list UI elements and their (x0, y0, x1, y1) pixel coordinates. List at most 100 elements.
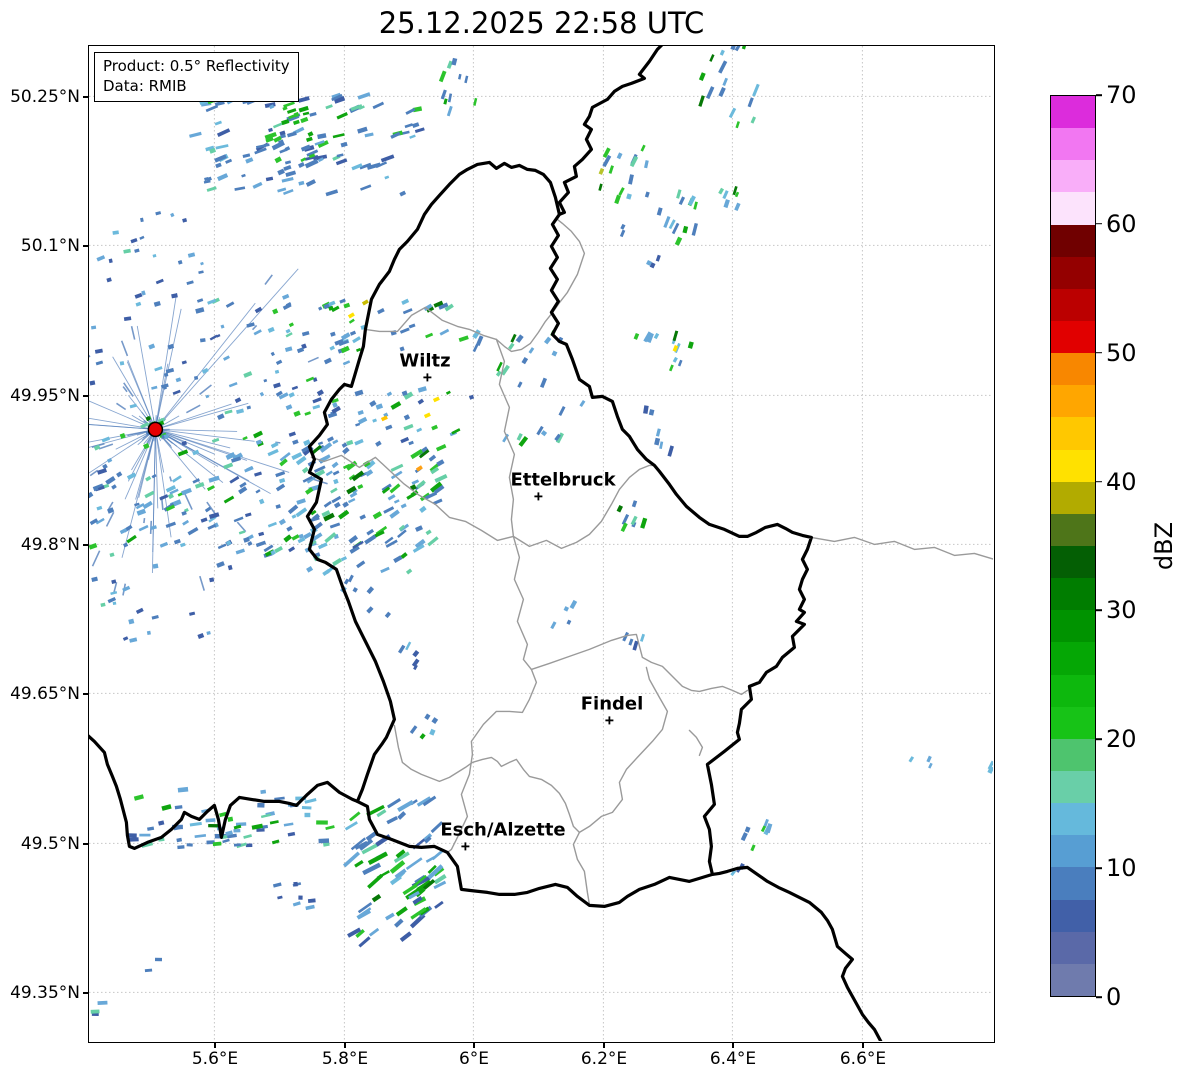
y-axis-tick-label: 49.65°N (10, 684, 80, 704)
colorbar-tick-label: 20 (1106, 725, 1137, 754)
city-label-esch-alzette: Esch/Alzette (440, 819, 566, 841)
city-marker (605, 716, 614, 725)
y-axis-tick-label: 49.35°N (10, 983, 80, 1003)
colorbar-band (1051, 256, 1095, 289)
y-axis-tick-mark (83, 245, 88, 247)
colorbar-band (1051, 192, 1095, 225)
colorbar (1050, 95, 1096, 997)
echo-speck (423, 412, 431, 419)
product-info-box: Product: 0.5° Reflectivity Data: RMIB (94, 52, 299, 102)
colorbar-tick-mark (1096, 867, 1102, 869)
border-internal (393, 724, 581, 834)
y-axis-tick-mark (83, 96, 88, 98)
radar-screenshot: { "title": "25.12.2025 22:58 UTC", "info… (0, 0, 1184, 1081)
colorbar-band (1051, 738, 1095, 771)
border-internal (810, 536, 993, 560)
y-axis-tick-mark (83, 693, 88, 695)
x-axis-tick-mark (862, 1043, 864, 1048)
y-axis-tick-mark (83, 843, 88, 845)
border-internal (512, 535, 533, 671)
colorbar-tick-label: 70 (1106, 81, 1137, 109)
y-axis-tick-mark (83, 544, 88, 546)
border-internal (364, 218, 586, 353)
colorbar-tick-mark (1096, 94, 1102, 96)
radar-echoes (89, 46, 993, 1016)
colorbar-band (1051, 803, 1095, 836)
colorbar-band (1051, 963, 1095, 996)
colorbar-band (1051, 224, 1095, 257)
x-axis-tick-mark (473, 1043, 475, 1048)
colorbar-band (1051, 610, 1095, 643)
echo-speck (347, 312, 355, 319)
colorbar-tick-label: 60 (1106, 209, 1137, 238)
colorbar-band (1051, 867, 1095, 900)
colorbar-band (1051, 899, 1095, 932)
colorbar-tick-mark (1096, 996, 1102, 998)
colorbar-tick-mark (1096, 480, 1102, 483)
x-axis-tick-label: 6°E (458, 1049, 490, 1069)
colorbar-tick-label: 30 (1106, 596, 1137, 625)
map-canvas (88, 45, 995, 1043)
x-axis-tick-mark (603, 1043, 605, 1048)
colorbar-band (1051, 288, 1095, 321)
y-axis-tick-mark (83, 992, 88, 994)
echo-speck (305, 136, 313, 143)
border-national (89, 734, 359, 851)
colorbar-band (1051, 417, 1095, 450)
city-label-wiltz: Wiltz (399, 350, 451, 372)
x-axis-tick-mark (214, 1043, 216, 1048)
echo-speck (432, 396, 440, 403)
echo-speck (361, 299, 369, 306)
radar-site-dot (147, 421, 164, 438)
x-axis-tick-label: 6.2°E (580, 1049, 628, 1069)
x-axis-tick-label: 5.6°E (191, 1049, 239, 1069)
y-axis-tick-label: 50.1°N (20, 236, 80, 256)
colorbar-band (1051, 128, 1095, 161)
city-marker (534, 492, 543, 501)
colorbar-band (1051, 931, 1095, 964)
colorbar-tick-label: 0 (1106, 983, 1122, 1011)
echo-speck (292, 119, 300, 126)
colorbar-band (1051, 674, 1095, 707)
colorbar-band (1051, 481, 1095, 514)
border-national (305, 160, 814, 909)
colorbar-band (1051, 385, 1095, 418)
product-info-line1: Product: 0.5° Reflectivity (103, 57, 290, 75)
colorbar-band (1051, 706, 1095, 739)
x-axis-tick-mark (344, 1043, 346, 1048)
city-marker (423, 373, 432, 382)
colorbar-band (1051, 770, 1095, 804)
colorbar-band (1051, 353, 1095, 386)
colorbar-band (1051, 835, 1095, 868)
x-axis-tick-mark (732, 1043, 734, 1048)
colorbar-band (1051, 578, 1095, 611)
product-info-line2: Data: RMIB (103, 77, 187, 96)
colorbar-tick-mark (1096, 351, 1102, 354)
colorbar-tick-label: 50 (1106, 338, 1137, 367)
y-axis-tick-label: 49.5°N (20, 834, 80, 854)
city-label-ettelbruck: Ettelbruck (510, 469, 616, 491)
border-internal (530, 633, 749, 696)
y-axis-tick-label: 49.8°N (20, 535, 80, 555)
colorbar-tick-label: 10 (1106, 854, 1137, 883)
colorbar-band (1051, 642, 1095, 675)
x-axis-tick-label: 6.4°E (709, 1049, 757, 1069)
x-axis-tick-label: 5.8°E (321, 1049, 369, 1069)
colorbar-tick-mark (1096, 609, 1102, 612)
y-axis-tick-mark (83, 395, 88, 397)
city-marker (461, 842, 470, 851)
border-internal (688, 729, 704, 757)
echo-speck (633, 332, 640, 340)
colorbar-tick-label: 40 (1106, 467, 1137, 496)
colorbar-band (1051, 545, 1095, 579)
y-axis-tick-label: 50.25°N (10, 87, 80, 107)
city-label-findel: Findel (580, 693, 644, 715)
colorbar-band (1051, 320, 1095, 354)
x-axis-tick-label: 6.6°E (839, 1049, 887, 1069)
colorbar-band (1051, 513, 1095, 546)
border-national (557, 46, 664, 216)
radar-map-svg (89, 46, 993, 1041)
page-title: 25.12.2025 22:58 UTC (378, 6, 705, 40)
colorbar-tick-mark (1096, 738, 1102, 741)
colorbar-band (1051, 160, 1095, 193)
